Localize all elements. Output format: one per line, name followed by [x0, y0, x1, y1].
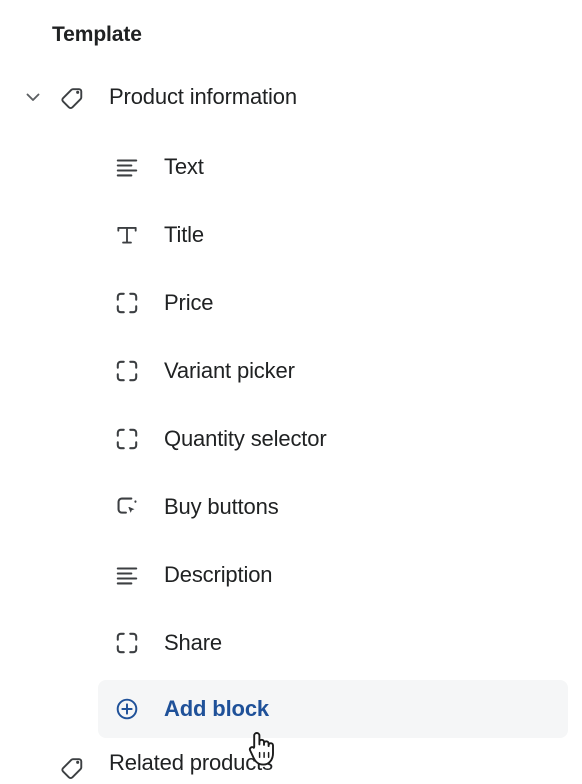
block-label: Buy buttons [164, 494, 279, 519]
block-row-title[interactable]: Title [98, 206, 568, 264]
block-label: Description [164, 562, 273, 587]
block-label: Title [164, 222, 204, 247]
tag-icon [57, 82, 87, 112]
block-row-price[interactable]: Price [98, 274, 568, 332]
template-blocks-panel: Template Product information Text Title … [0, 0, 582, 784]
placeholder-block-icon [112, 424, 142, 454]
placeholder-block-icon [112, 288, 142, 318]
block-label: Text [164, 154, 204, 179]
block-label: Quantity selector [164, 426, 327, 451]
add-block-label: Add block [164, 696, 269, 721]
block-row-variant-picker[interactable]: Variant picker [98, 342, 568, 400]
block-label: Variant picker [164, 358, 295, 383]
block-row-description[interactable]: Description [98, 546, 568, 604]
tag-icon [57, 752, 87, 782]
group-label: Product information [109, 84, 297, 109]
group-label: Related products [109, 750, 273, 775]
group-row-related-products[interactable]: Related products [0, 750, 582, 784]
text-title-icon [112, 220, 142, 250]
add-block-button[interactable]: Add block [98, 680, 568, 738]
block-label: Price [164, 290, 214, 315]
text-align-left-icon [112, 560, 142, 590]
block-row-share[interactable]: Share [98, 614, 568, 672]
placeholder-block-icon [112, 628, 142, 658]
block-label: Share [164, 630, 222, 655]
block-row-text[interactable]: Text [98, 138, 568, 196]
chevron-down-icon[interactable] [20, 84, 46, 110]
block-row-quantity-selector[interactable]: Quantity selector [98, 410, 568, 468]
text-align-left-icon [112, 152, 142, 182]
page-title: Template [52, 23, 142, 46]
circle-plus-icon [112, 694, 142, 724]
group-row-product-information[interactable]: Product information [0, 75, 582, 119]
button-cursor-icon [112, 492, 142, 522]
block-row-buy-buttons[interactable]: Buy buttons [98, 478, 568, 536]
placeholder-block-icon [112, 356, 142, 386]
